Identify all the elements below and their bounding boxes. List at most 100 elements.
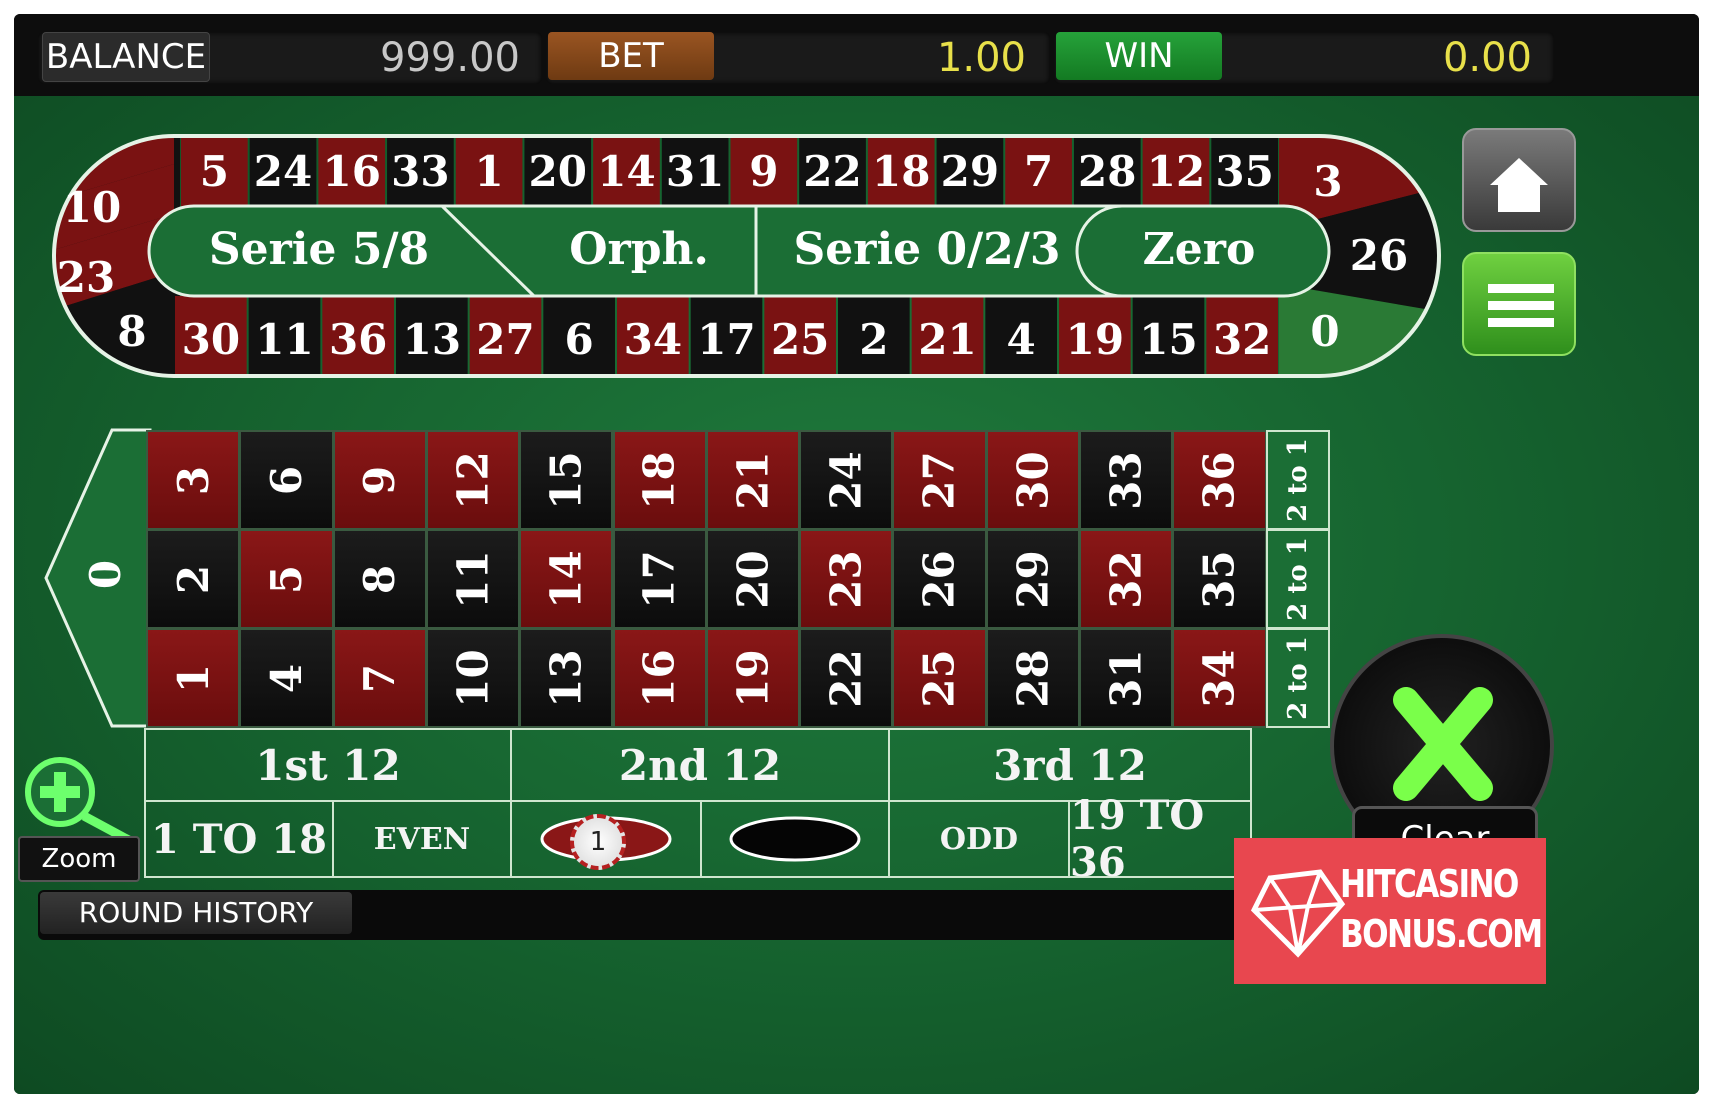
number-cell[interactable]: 27	[892, 430, 987, 530]
racetrack-pocket[interactable]: 29	[941, 147, 999, 196]
number-cell[interactable]: 23	[799, 529, 894, 629]
racetrack-pocket[interactable]: 23	[57, 253, 115, 302]
racetrack-pocket[interactable]: 12	[1147, 147, 1205, 196]
number-cell[interactable]: 4	[239, 628, 334, 728]
racetrack-pocket[interactable]: 11	[255, 315, 313, 364]
racetrack-pocket[interactable]: 8	[117, 307, 146, 356]
sector-orphelins[interactable]: Orph.	[569, 224, 709, 275]
racetrack-pocket[interactable]: 31	[666, 147, 724, 196]
number-cell[interactable]: 8	[332, 529, 427, 629]
racetrack-pocket[interactable]: 21	[918, 315, 976, 364]
number-cell[interactable]: 26	[892, 529, 987, 629]
sector-zero[interactable]: Zero	[1143, 224, 1256, 275]
racetrack-pocket[interactable]: 6	[565, 315, 594, 364]
racetrack-pocket[interactable]: 27	[476, 315, 534, 364]
bet-even[interactable]: EVEN	[332, 800, 512, 878]
number-cell[interactable]: 17	[612, 529, 707, 629]
number-cell[interactable]: 14	[519, 529, 614, 629]
column-bet[interactable]: 2 to 1	[1265, 628, 1330, 728]
sector-serie-0-2-3[interactable]: Serie 0/2/3	[794, 224, 1061, 275]
home-button[interactable]	[1462, 128, 1576, 232]
bet-19-to-36[interactable]: 19 TO 36	[1068, 792, 1252, 886]
number-label: 4	[261, 663, 311, 693]
number-cell[interactable]: 21	[705, 430, 801, 530]
racetrack-pocket[interactable]: 3	[1313, 157, 1342, 206]
number-cell[interactable]: 5	[239, 529, 334, 629]
number-cell[interactable]: 19	[705, 628, 801, 728]
racetrack-pocket[interactable]: 5	[200, 147, 229, 196]
racetrack-pocket[interactable]: 20	[529, 147, 587, 196]
bet-black[interactable]	[700, 800, 890, 878]
number-cell[interactable]: 30	[985, 430, 1080, 530]
sector-serie-5-8[interactable]: Serie 5/8	[209, 224, 429, 275]
bet-odd[interactable]: ODD	[888, 800, 1070, 878]
number-cell[interactable]: 2	[146, 529, 241, 629]
number-cell[interactable]: 12	[425, 430, 521, 530]
racetrack-pocket[interactable]: 2	[859, 315, 888, 364]
number-cell[interactable]: 34	[1172, 628, 1267, 728]
number-label: 28	[1008, 648, 1058, 708]
number-cell[interactable]: 31	[1079, 628, 1174, 728]
racetrack-pocket[interactable]: 14	[597, 147, 655, 196]
racetrack-bottom-row[interactable]: 30 11 36 13 27 6 34 17 25 2 21 4 19 15 32	[175, 296, 1278, 379]
racetrack-pocket[interactable]: 26	[1350, 231, 1408, 280]
racetrack-pocket[interactable]: 4	[1007, 315, 1036, 364]
number-cell[interactable]: 3	[146, 430, 241, 530]
number-cell[interactable]: 35	[1172, 529, 1267, 629]
racetrack-pocket[interactable]: 34	[624, 315, 682, 364]
racetrack-pocket[interactable]: 10	[63, 183, 121, 232]
dozen-2nd[interactable]: 2nd 12	[510, 728, 890, 802]
racetrack-pocket[interactable]: 17	[697, 315, 755, 364]
bet-1-to-18[interactable]: 1 TO 18	[144, 800, 334, 878]
racetrack-top-row[interactable]: 5 24 16 33 1 20 14 31 9 22 18 29 7 28 12 35	[181, 134, 1278, 206]
number-cell[interactable]: 7	[332, 628, 427, 728]
zoom-icon[interactable]	[16, 748, 146, 848]
number-cell[interactable]: 10	[425, 628, 521, 728]
number-cell[interactable]: 20	[705, 529, 801, 629]
column-bet[interactable]: 2 to 1	[1265, 430, 1330, 530]
number-cell[interactable]: 16	[612, 628, 707, 728]
number-cell[interactable]: 11	[425, 529, 521, 629]
zoom-label[interactable]: Zoom	[18, 836, 140, 882]
racetrack-pocket[interactable]: 36	[329, 315, 387, 364]
number-cell[interactable]: 6	[239, 430, 334, 530]
number-cell[interactable]: 1	[146, 628, 241, 728]
racetrack-pocket[interactable]: 30	[182, 315, 240, 364]
bet-chip[interactable]: 1	[570, 814, 626, 870]
number-cell[interactable]: 9	[332, 430, 427, 530]
number-label: 10	[448, 648, 498, 708]
racetrack-pocket[interactable]: 15	[1139, 315, 1197, 364]
racetrack-pocket[interactable]: 7	[1024, 147, 1053, 196]
dozen-1st[interactable]: 1st 12	[144, 728, 512, 802]
number-cell[interactable]: 32	[1079, 529, 1174, 629]
column-bet[interactable]: 2 to 1	[1265, 529, 1330, 629]
racetrack-pocket[interactable]: 13	[403, 315, 461, 364]
menu-button[interactable]	[1462, 252, 1576, 356]
number-cell[interactable]: 29	[985, 529, 1080, 629]
round-history-button[interactable]: ROUND HISTORY	[40, 892, 352, 934]
racetrack-pocket[interactable]: 22	[803, 147, 861, 196]
racetrack-pocket[interactable]: 0	[1310, 307, 1339, 356]
number-cell[interactable]: 22	[799, 628, 894, 728]
number-cell[interactable]: 28	[985, 628, 1080, 728]
number-cell[interactable]: 15	[519, 430, 614, 530]
dozen-3rd[interactable]: 3rd 12	[888, 728, 1252, 802]
racetrack-pocket[interactable]: 24	[254, 147, 312, 196]
number-cell[interactable]: 25	[892, 628, 987, 728]
number-cell[interactable]: 13	[519, 628, 614, 728]
racetrack-pocket[interactable]: 18	[872, 147, 930, 196]
number-cell[interactable]: 18	[612, 430, 707, 530]
number-cell[interactable]: 33	[1079, 430, 1174, 530]
racetrack-pocket[interactable]: 33	[391, 147, 449, 196]
number-cell[interactable]: 24	[799, 430, 894, 530]
racetrack-pocket[interactable]: 35	[1215, 147, 1273, 196]
racetrack-pocket[interactable]: 32	[1213, 315, 1271, 364]
racetrack-pocket[interactable]: 9	[749, 147, 778, 196]
racetrack-pocket[interactable]: 28	[1078, 147, 1136, 196]
number-label: 12	[448, 450, 498, 510]
racetrack-pocket[interactable]: 1	[474, 147, 503, 196]
racetrack-pocket[interactable]: 25	[771, 315, 829, 364]
racetrack-pocket[interactable]: 19	[1066, 315, 1124, 364]
number-cell[interactable]: 36	[1172, 430, 1267, 530]
racetrack-pocket[interactable]: 16	[322, 147, 380, 196]
